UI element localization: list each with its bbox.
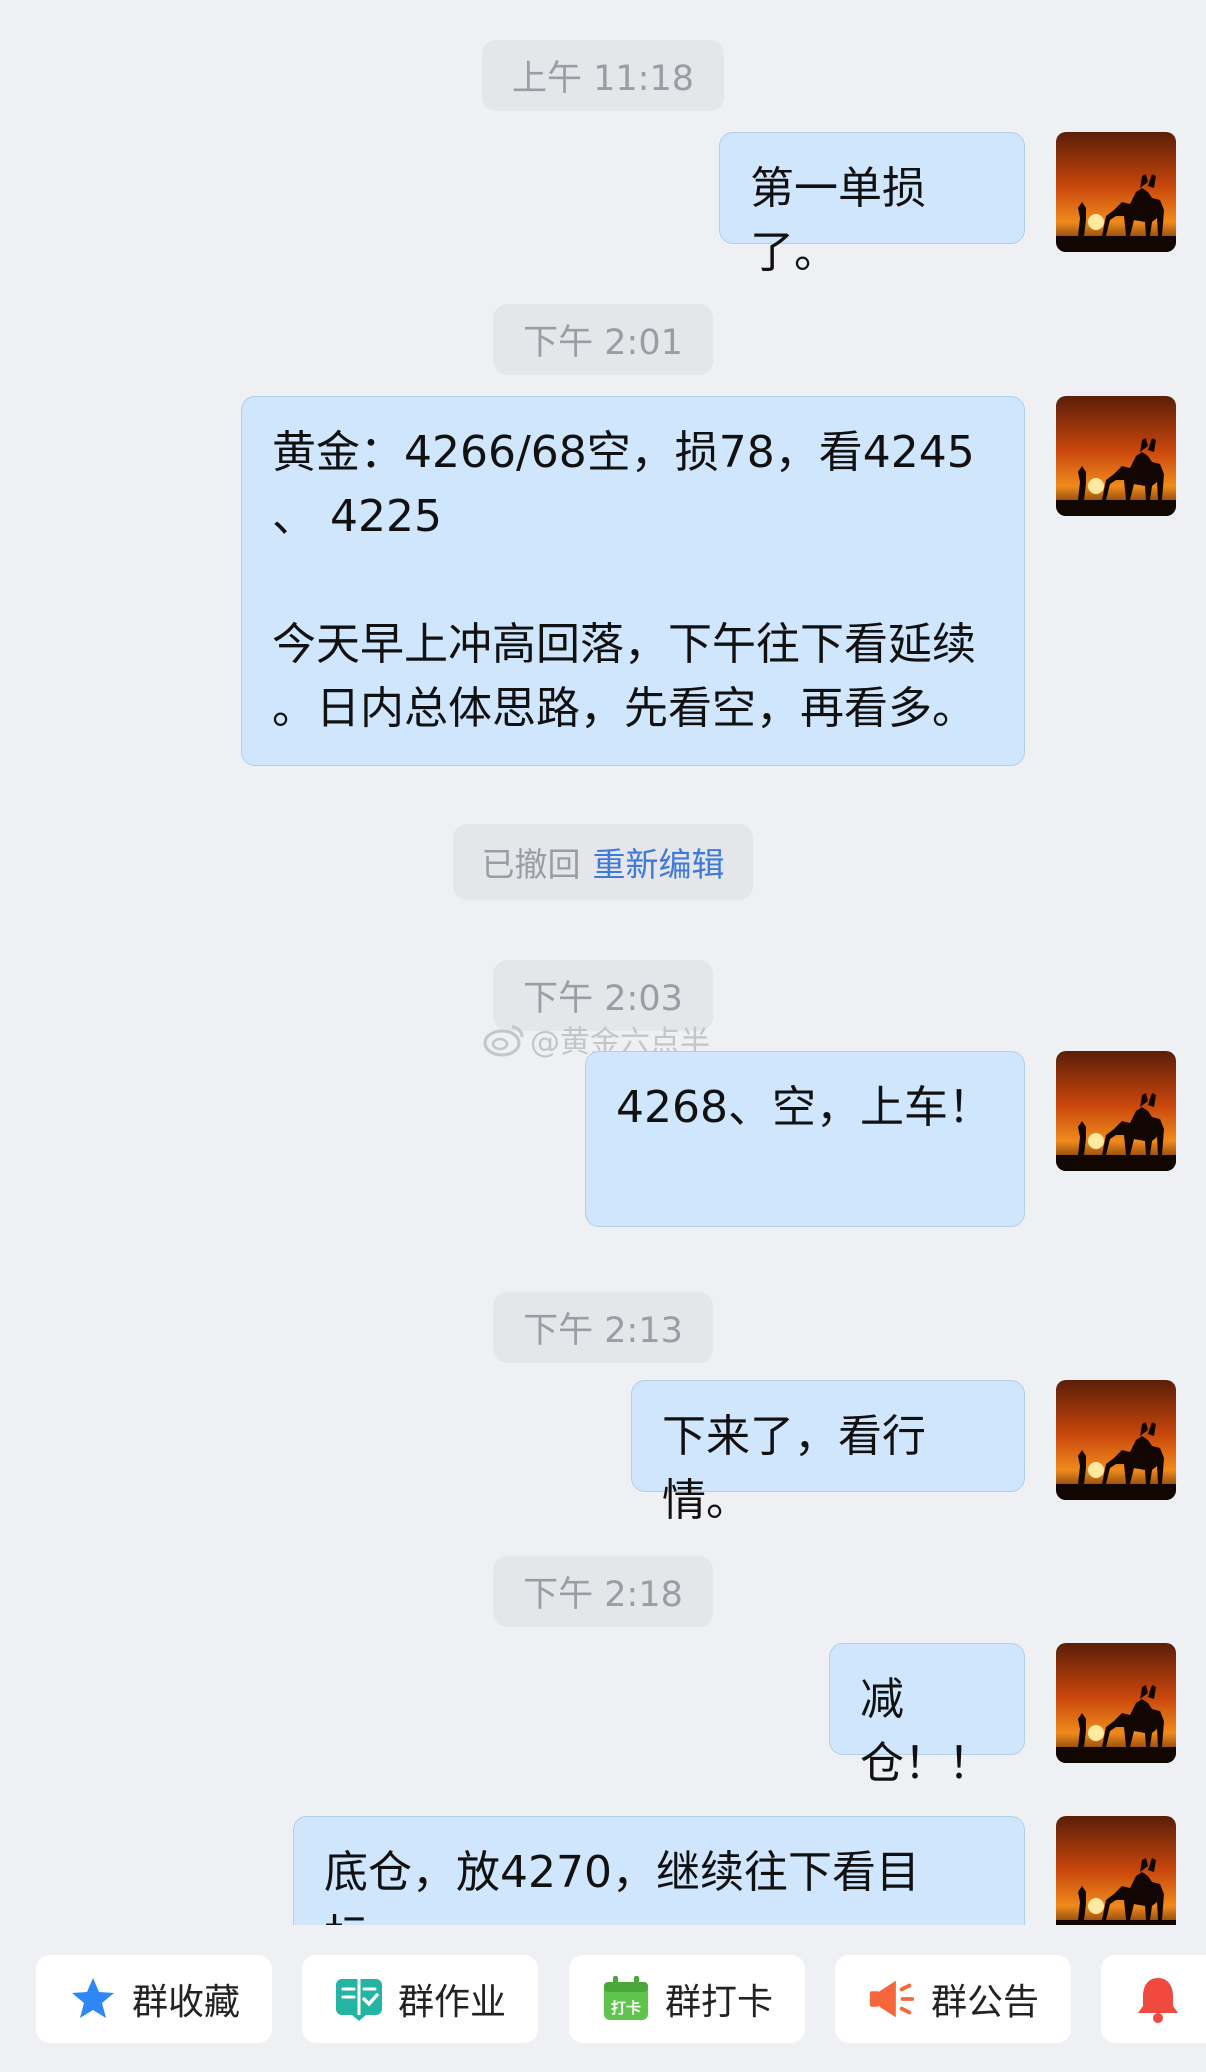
group-announcement-button[interactable]: 群公告 bbox=[835, 1955, 1071, 2043]
reedit-link[interactable]: 重新编辑 bbox=[593, 838, 725, 886]
camel-sunset-image bbox=[1056, 1643, 1176, 1763]
group-checkin-label: 群打卡 bbox=[665, 1982, 774, 2023]
avatar[interactable] bbox=[1056, 1051, 1176, 1171]
group-checkin-button[interactable]: 打卡 群打卡 bbox=[569, 1955, 805, 2043]
timestamp: 上午 11:18 bbox=[482, 40, 724, 111]
message-bubble[interactable]: 4268、空，上车！ bbox=[585, 1051, 1025, 1227]
camel-sunset-image bbox=[1056, 396, 1176, 516]
camel-sunset-image bbox=[1056, 1380, 1176, 1500]
bell-icon bbox=[1133, 1974, 1183, 2024]
recalled-label: 已撤回 bbox=[481, 845, 581, 884]
group-homework-label: 群作业 bbox=[398, 1982, 507, 2023]
star-icon bbox=[68, 1974, 118, 2024]
group-homework-button[interactable]: 群作业 bbox=[302, 1955, 538, 2043]
checkin-icon-text: 打卡 bbox=[611, 1999, 641, 2017]
timestamp: 下午 2:18 bbox=[493, 1556, 713, 1627]
message-bubble[interactable]: 黄金：4266/68空，损78，看4245 、 4225 今天早上冲高回落，下午… bbox=[241, 396, 1025, 766]
megaphone-icon bbox=[867, 1974, 917, 2024]
message-bubble[interactable]: 下来了，看行情。 bbox=[631, 1380, 1025, 1526]
timestamp: 下午 2:01 bbox=[493, 304, 713, 375]
camel-sunset-image bbox=[1056, 1051, 1176, 1171]
weibo-icon bbox=[483, 1025, 524, 1057]
camel-sunset-image bbox=[1056, 1816, 1176, 1936]
avatar[interactable] bbox=[1056, 1380, 1176, 1500]
group-announcement-label: 群公告 bbox=[931, 1982, 1040, 2023]
camel-sunset-image bbox=[1056, 132, 1176, 252]
checkin-calendar-icon: 打卡 bbox=[601, 1974, 651, 2024]
timestamp: 下午 2:13 bbox=[493, 1292, 713, 1363]
avatar[interactable] bbox=[1056, 1643, 1176, 1763]
group-favorites-label: 群收藏 bbox=[132, 1982, 241, 2023]
group-favorites-button[interactable]: 群收藏 bbox=[36, 1955, 272, 2043]
recalled-notice: 已撤回 重新编辑 bbox=[453, 824, 753, 900]
message-bubble[interactable]: 第一单损了。 bbox=[719, 132, 1025, 278]
message-bubble[interactable]: 减仓！！ bbox=[829, 1643, 1025, 1789]
avatar[interactable] bbox=[1056, 1816, 1176, 1936]
avatar[interactable] bbox=[1056, 396, 1176, 516]
group-toolbar: 群收藏 群作业 打卡 群打卡 群公告 bbox=[0, 1925, 1206, 2072]
group-reminder-button[interactable] bbox=[1101, 1955, 1206, 2043]
homework-icon bbox=[334, 1974, 384, 2024]
avatar[interactable] bbox=[1056, 132, 1176, 252]
